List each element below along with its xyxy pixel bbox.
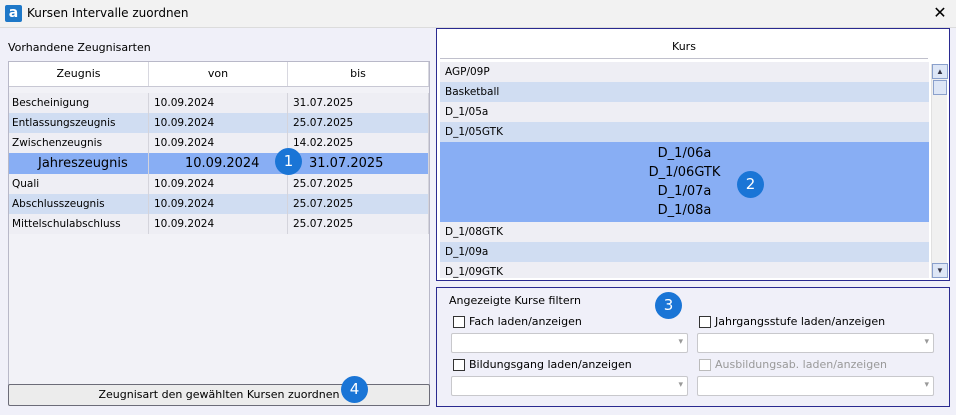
close-icon[interactable]: ✕ (930, 3, 950, 23)
chevron-down-icon: ▾ (678, 337, 683, 347)
cell-bis: 25.07.2025 (288, 174, 429, 194)
zeugnisarten-label: Vorhandene Zeugnisarten (8, 41, 151, 54)
cell-zeugnis: Jahreszeugnis (9, 153, 149, 174)
ausbildung-select[interactable]: ▾ (697, 376, 934, 396)
bildungsgang-select[interactable]: ▾ (451, 376, 688, 396)
list-item[interactable]: D_1/08GTK (440, 222, 929, 242)
column-header-zeugnis[interactable]: Zeugnis (9, 62, 149, 86)
list-item-selected[interactable]: D_1/06a (440, 144, 929, 163)
kurs-panel: Kurs AGP/09P Basketball D_1/05a D_1/05GT… (436, 28, 950, 281)
jahrgang-select[interactable]: ▾ (697, 333, 934, 353)
column-header-bis[interactable]: bis (288, 62, 429, 86)
cell-von: 10.09.2024 (149, 113, 288, 133)
bildungsgang-label: Bildungsgang laden/anzeigen (469, 358, 632, 371)
cell-bis: 14.02.2025 (288, 133, 429, 153)
table-row[interactable]: Quali 10.09.2024 25.07.2025 (9, 174, 429, 194)
scroll-thumb[interactable] (933, 80, 947, 95)
chevron-down-icon: ▾ (678, 380, 683, 390)
cell-von: 10.09.2024 (149, 133, 288, 153)
cell-von: 10.09.2024 (149, 194, 288, 214)
list-item[interactable]: D_1/05a (440, 102, 929, 122)
table-row[interactable]: Bescheinigung 10.09.2024 31.07.2025 (9, 93, 429, 113)
list-item[interactable]: D_1/09a (440, 242, 929, 262)
cell-zeugnis: Zwischenzeugnis (9, 133, 149, 153)
column-header-kurs[interactable]: Kurs (440, 34, 928, 59)
table-row[interactable]: Mittelschulabschluss 10.09.2024 25.07.20… (9, 214, 429, 234)
zeugnisarten-grid[interactable]: Zeugnis von bis Bescheinigung 10.09.2024… (8, 61, 430, 403)
table-row-selected[interactable]: Jahreszeugnis 10.09.2024 31.07.2025 (9, 153, 429, 174)
table-row[interactable]: Abschlusszeugnis 10.09.2024 25.07.2025 (9, 194, 429, 214)
list-item[interactable]: Basketball (440, 82, 929, 102)
kurs-selected-block[interactable]: D_1/06a D_1/06GTK D_1/07a D_1/08a (440, 142, 929, 222)
list-item-selected[interactable]: D_1/06GTK (440, 163, 929, 182)
chevron-down-icon: ▾ (924, 337, 929, 347)
kurs-list[interactable]: AGP/09P Basketball D_1/05a D_1/05GTK D_1… (440, 62, 929, 278)
list-item[interactable]: D_1/09GTK (440, 262, 929, 278)
list-item-selected[interactable]: D_1/07a (440, 182, 929, 201)
table-row[interactable]: Entlassungszeugnis 10.09.2024 25.07.2025 (9, 113, 429, 133)
cell-von: 10.09.2024 (149, 214, 288, 234)
jahrgang-label: Jahrgangsstufe laden/anzeigen (715, 315, 886, 328)
title-bar: a Kursen Intervalle zuordnen ✕ (0, 0, 956, 28)
fach-select[interactable]: ▾ (451, 333, 688, 353)
callout-badge-4: 4 (341, 376, 368, 403)
cell-von: 10.09.2024 (149, 153, 288, 174)
cell-zeugnis: Quali (9, 174, 149, 194)
cell-von: 10.09.2024 (149, 93, 288, 113)
dialog-content: Vorhandene Zeugnisarten Zeugnis von bis … (0, 28, 956, 415)
bildungsgang-checkbox[interactable] (453, 359, 465, 371)
cell-bis: 25.07.2025 (288, 194, 429, 214)
cell-zeugnis: Abschlusszeugnis (9, 194, 149, 214)
list-item[interactable]: D_1/05GTK (440, 122, 929, 142)
cell-bis: 25.07.2025 (288, 214, 429, 234)
filter-panel: Angezeigte Kurse filtern Fach laden/anze… (436, 287, 950, 407)
list-item-selected[interactable]: D_1/08a (440, 201, 929, 220)
column-header-von[interactable]: von (149, 62, 288, 86)
callout-badge-2: 2 (737, 171, 764, 198)
ausbildung-checkbox (699, 359, 711, 371)
fach-checkbox[interactable] (453, 316, 465, 328)
scroll-down-icon[interactable]: ▼ (932, 263, 948, 278)
window-title: Kursen Intervalle zuordnen (27, 6, 189, 20)
cell-zeugnis: Bescheinigung (9, 93, 149, 113)
kurs-scrollbar[interactable]: ▲ ▼ (931, 64, 948, 278)
cell-bis: 31.07.2025 (288, 153, 429, 174)
callout-badge-1: 1 (275, 148, 302, 175)
list-item[interactable]: AGP/09P (440, 62, 929, 82)
jahrgang-checkbox[interactable] (699, 316, 711, 328)
cell-bis: 31.07.2025 (288, 93, 429, 113)
cell-bis: 25.07.2025 (288, 113, 429, 133)
app-icon: a (5, 5, 22, 22)
chevron-down-icon: ▾ (924, 380, 929, 390)
fach-label: Fach laden/anzeigen (469, 315, 582, 328)
scroll-up-icon[interactable]: ▲ (932, 64, 948, 79)
cell-zeugnis: Mittelschulabschluss (9, 214, 149, 234)
callout-badge-3: 3 (655, 292, 682, 319)
table-row[interactable]: Zwischenzeugnis 10.09.2024 14.02.2025 (9, 133, 429, 153)
grid-header: Zeugnis von bis (9, 62, 429, 87)
cell-von: 10.09.2024 (149, 174, 288, 194)
filter-title: Angezeigte Kurse filtern (449, 294, 581, 307)
ausbildung-label: Ausbildungsab. laden/anzeigen (715, 358, 887, 371)
cell-zeugnis: Entlassungszeugnis (9, 113, 149, 133)
